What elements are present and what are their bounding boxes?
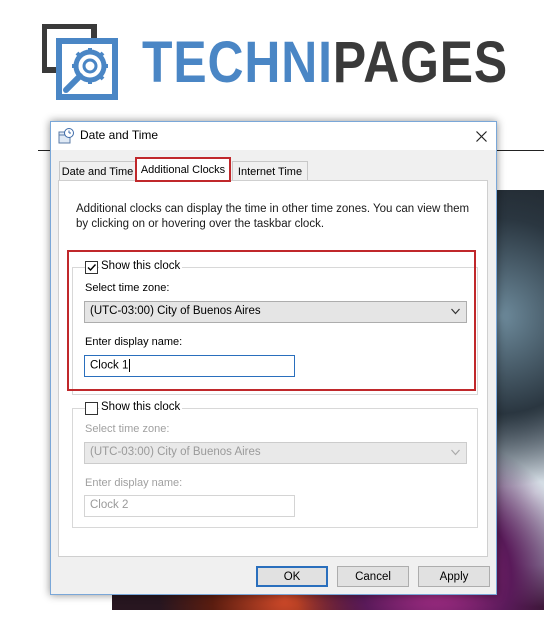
clock1-show-label: Show this clock bbox=[99, 260, 183, 272]
tab-internet-time[interactable]: Internet Time bbox=[232, 161, 308, 181]
logo-wordmark: TECHNIPAGES bbox=[142, 28, 508, 98]
ok-button[interactable]: OK bbox=[256, 566, 328, 587]
checkmark-icon bbox=[87, 264, 97, 272]
cancel-button[interactable]: Cancel bbox=[337, 566, 409, 587]
description-text: Additional clocks can display the time i… bbox=[76, 203, 470, 230]
chevron-down-icon bbox=[451, 449, 460, 456]
apply-button[interactable]: Apply bbox=[418, 566, 490, 587]
tab-additional-clocks[interactable]: Additional Clocks bbox=[135, 157, 231, 182]
text-cursor bbox=[129, 359, 131, 372]
clock1-name-value: Clock 1 bbox=[90, 359, 129, 372]
clock2-show-checkbox[interactable] bbox=[85, 402, 98, 415]
clock2-name-label: Enter display name: bbox=[85, 477, 183, 489]
magnifier-gear-icon bbox=[42, 24, 118, 100]
clock2-name-value: Clock 2 bbox=[90, 499, 129, 511]
clock2-show-label: Show this clock bbox=[99, 401, 183, 413]
logo-part-pages: PAGES bbox=[332, 30, 509, 95]
clock2-name-input: Clock 2 bbox=[84, 495, 295, 517]
close-button[interactable] bbox=[466, 122, 496, 150]
clock1-name-label: Enter display name: bbox=[85, 336, 183, 348]
clock2-timezone-select: (UTC-03:00) City of Buenos Aires bbox=[84, 442, 467, 464]
clock1-timezone-select[interactable]: (UTC-03:00) City of Buenos Aires bbox=[84, 301, 467, 323]
clock2-timezone-label: Select time zone: bbox=[85, 423, 170, 435]
chevron-down-icon bbox=[451, 308, 460, 315]
clock1-timezone-value: (UTC-03:00) City of Buenos Aires bbox=[90, 305, 261, 317]
tab-date-and-time[interactable]: Date and Time bbox=[59, 161, 136, 181]
date-time-dialog: Date and Time Date and Time Additional C… bbox=[50, 121, 497, 595]
clock2-timezone-value: (UTC-03:00) City of Buenos Aires bbox=[90, 446, 261, 458]
clock1-timezone-label: Select time zone: bbox=[85, 282, 170, 294]
dialog-title: Date and Time bbox=[80, 128, 159, 142]
title-bar: Date and Time bbox=[51, 122, 496, 150]
clock1-name-input[interactable]: Clock 1 bbox=[84, 355, 295, 377]
clock1-show-checkbox[interactable] bbox=[85, 261, 98, 274]
additional-clocks-panel: Additional clocks can display the time i… bbox=[58, 180, 488, 557]
clock-icon bbox=[58, 128, 74, 144]
logo-part-techni: TECHNI bbox=[142, 30, 333, 95]
close-icon bbox=[475, 130, 487, 142]
